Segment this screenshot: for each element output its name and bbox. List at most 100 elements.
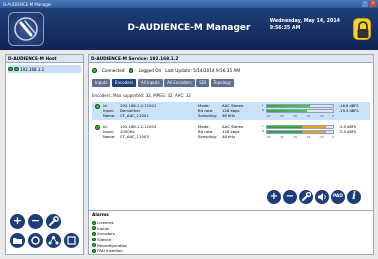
alarm-status-icon — [92, 237, 96, 242]
window-titlebar: D-AUDIENCE-M Manager – × — [0, 0, 378, 8]
host-connected-icon — [14, 66, 19, 72]
host-status-icon — [8, 66, 13, 72]
meter-left-label: L — [262, 124, 264, 128]
host-settings-button[interactable] — [46, 214, 61, 229]
name-value: CT_AAC_11001 — [120, 113, 149, 118]
meter-scale: -60 -40 -30 -20 -10 0 — [266, 135, 334, 139]
alarms-title: Alarms — [92, 213, 109, 218]
host-ip: 192.168.1.2 — [20, 66, 45, 72]
name-label: Name: — [103, 134, 116, 139]
tab-all-encoders[interactable]: All Encoders — [164, 79, 195, 87]
open-folder-button[interactable] — [10, 233, 25, 248]
scale-tick: -20 — [305, 135, 311, 139]
lock-icon — [357, 21, 369, 38]
encoder-row[interactable]: Id: Input: Name: 192.168.1.2:11001 Demol… — [92, 102, 370, 120]
scale-tick: 0 — [332, 114, 334, 118]
window-title: D-AUDIENCE-M Manager — [3, 1, 52, 7]
scale-tick: 0 — [332, 135, 334, 139]
minus-icon: − — [285, 191, 295, 202]
encoder-status-icon — [95, 125, 100, 130]
close-button[interactable]: × — [370, 1, 376, 7]
connection-status: Connected Logged On Last Update: 5/14/20… — [92, 68, 240, 73]
encoder-row[interactable]: Id: Input: Name: 192.168.1.2:11003 1000H… — [92, 123, 370, 141]
refresh-button[interactable] — [28, 233, 43, 248]
host-item[interactable]: 192.168.1.2 — [8, 65, 81, 73]
remove-encoder-button[interactable]: − — [283, 190, 297, 204]
name-label: Name: — [103, 113, 116, 118]
scale-tick: -60 — [266, 135, 271, 139]
meter-right-label: R — [262, 108, 265, 112]
alarm-label: Reconfiguration — [97, 242, 128, 248]
encoder-status-icon — [95, 104, 100, 109]
scale-tick: -40 — [279, 135, 284, 139]
encoder-labels: Id: Input: Name: — [103, 124, 115, 139]
export-button[interactable] — [64, 233, 79, 248]
encoder-labels: Id: Input: Name: — [103, 103, 115, 118]
remove-host-button[interactable]: − — [28, 214, 43, 229]
level-fill — [267, 110, 307, 112]
sampling-value: 48 kHz — [222, 134, 236, 139]
level-meter-right — [266, 109, 334, 113]
plus-icon: + — [12, 214, 23, 227]
service-tabs: Inputs Encoders All Inputs All Encoders … — [92, 79, 235, 87]
wrench-icon — [49, 216, 59, 226]
plus-icon: + — [269, 191, 279, 202]
scale-tick: -30 — [292, 135, 298, 139]
sampling-value: 48 kHz — [222, 113, 236, 118]
level-meter-right — [266, 130, 334, 134]
folder-icon — [13, 238, 22, 244]
name-value: CT_AAC_11003 — [120, 134, 149, 139]
connected-label: Connected — [102, 68, 125, 73]
encoder-values: 192.168.1.2:11003 1000Hz CT_AAC_11003 — [120, 124, 156, 139]
encoders-info: Encoders: Max supported: 32, MPEG: 32, A… — [92, 93, 191, 98]
info-button[interactable]: i — [347, 190, 361, 204]
alarm-label: Licences — [97, 220, 114, 226]
speaker-icon — [318, 193, 326, 201]
level-fill — [267, 131, 327, 133]
host-panel-title: D-AUDIENCE-M Host — [6, 55, 83, 63]
level-fill — [267, 126, 327, 128]
alarm-status-icon — [92, 243, 96, 248]
add-host-button[interactable]: + — [10, 214, 25, 229]
meter-right-label: R — [262, 129, 265, 133]
info-icon: i — [352, 191, 356, 202]
network-icon — [48, 236, 59, 245]
service-panel-title: D-AUDIENCE-M Service: 192.168.1.2 — [89, 55, 373, 63]
alarm-status-icon — [92, 220, 96, 225]
tab-topology[interactable]: Topology — [210, 79, 235, 87]
encoder-mode-labels: Mode: Bit rate: Sampling: — [198, 103, 217, 118]
date-text: Wednesday, May 14, 2014 — [269, 19, 340, 24]
encoder-settings-button[interactable] — [299, 190, 313, 204]
encoder-actions: + − PAD i — [267, 190, 373, 206]
alarm-label: Encoders — [97, 231, 115, 237]
tab-encoders[interactable]: Encoders — [111, 79, 137, 87]
tab-inputs[interactable]: Inputs — [92, 79, 111, 87]
dbfs-left: -16.6 dBFS — [339, 104, 359, 108]
add-encoder-button[interactable]: + — [267, 190, 281, 204]
tab-all-inputs[interactable]: All Inputs — [137, 79, 163, 87]
minus-icon: − — [30, 214, 41, 227]
pad-icon: PAD — [332, 194, 344, 199]
meter-left-label: L — [262, 103, 264, 107]
tab-sdi[interactable]: SDI — [196, 79, 210, 87]
lock-button[interactable] — [353, 18, 371, 40]
logged-on-status-icon — [128, 68, 134, 73]
scale-tick: -40 — [279, 114, 284, 118]
pad-button[interactable]: PAD — [331, 190, 345, 204]
last-update-label: Last Update: 5/14/2014 9:56:35 AM — [165, 68, 240, 73]
minimize-button[interactable]: – — [362, 1, 368, 7]
encoder-mode-values: AAC Stereo 128 kbps 48 kHz — [222, 103, 243, 118]
service-panel: D-AUDIENCE-M Service: 192.168.1.2 Connec… — [88, 54, 374, 255]
scale-tick: -10 — [318, 135, 324, 139]
scale-tick: -30 — [292, 114, 298, 118]
network-button[interactable] — [46, 233, 61, 248]
sampling-label: Sampling: — [198, 113, 218, 118]
alarm-label: Inputs — [97, 225, 110, 231]
scale-tick: -10 — [318, 114, 324, 118]
meter-scale: -60 -40 -30 -20 -10 0 — [266, 114, 334, 118]
audio-button[interactable] — [315, 190, 329, 204]
encoder-values: 192.168.1.2:11001 Demolther CT_AAC_11001 — [120, 103, 156, 118]
export-icon — [67, 236, 76, 245]
time-text: 9:56:35 AM — [269, 25, 301, 31]
level-meter-left — [266, 125, 334, 129]
